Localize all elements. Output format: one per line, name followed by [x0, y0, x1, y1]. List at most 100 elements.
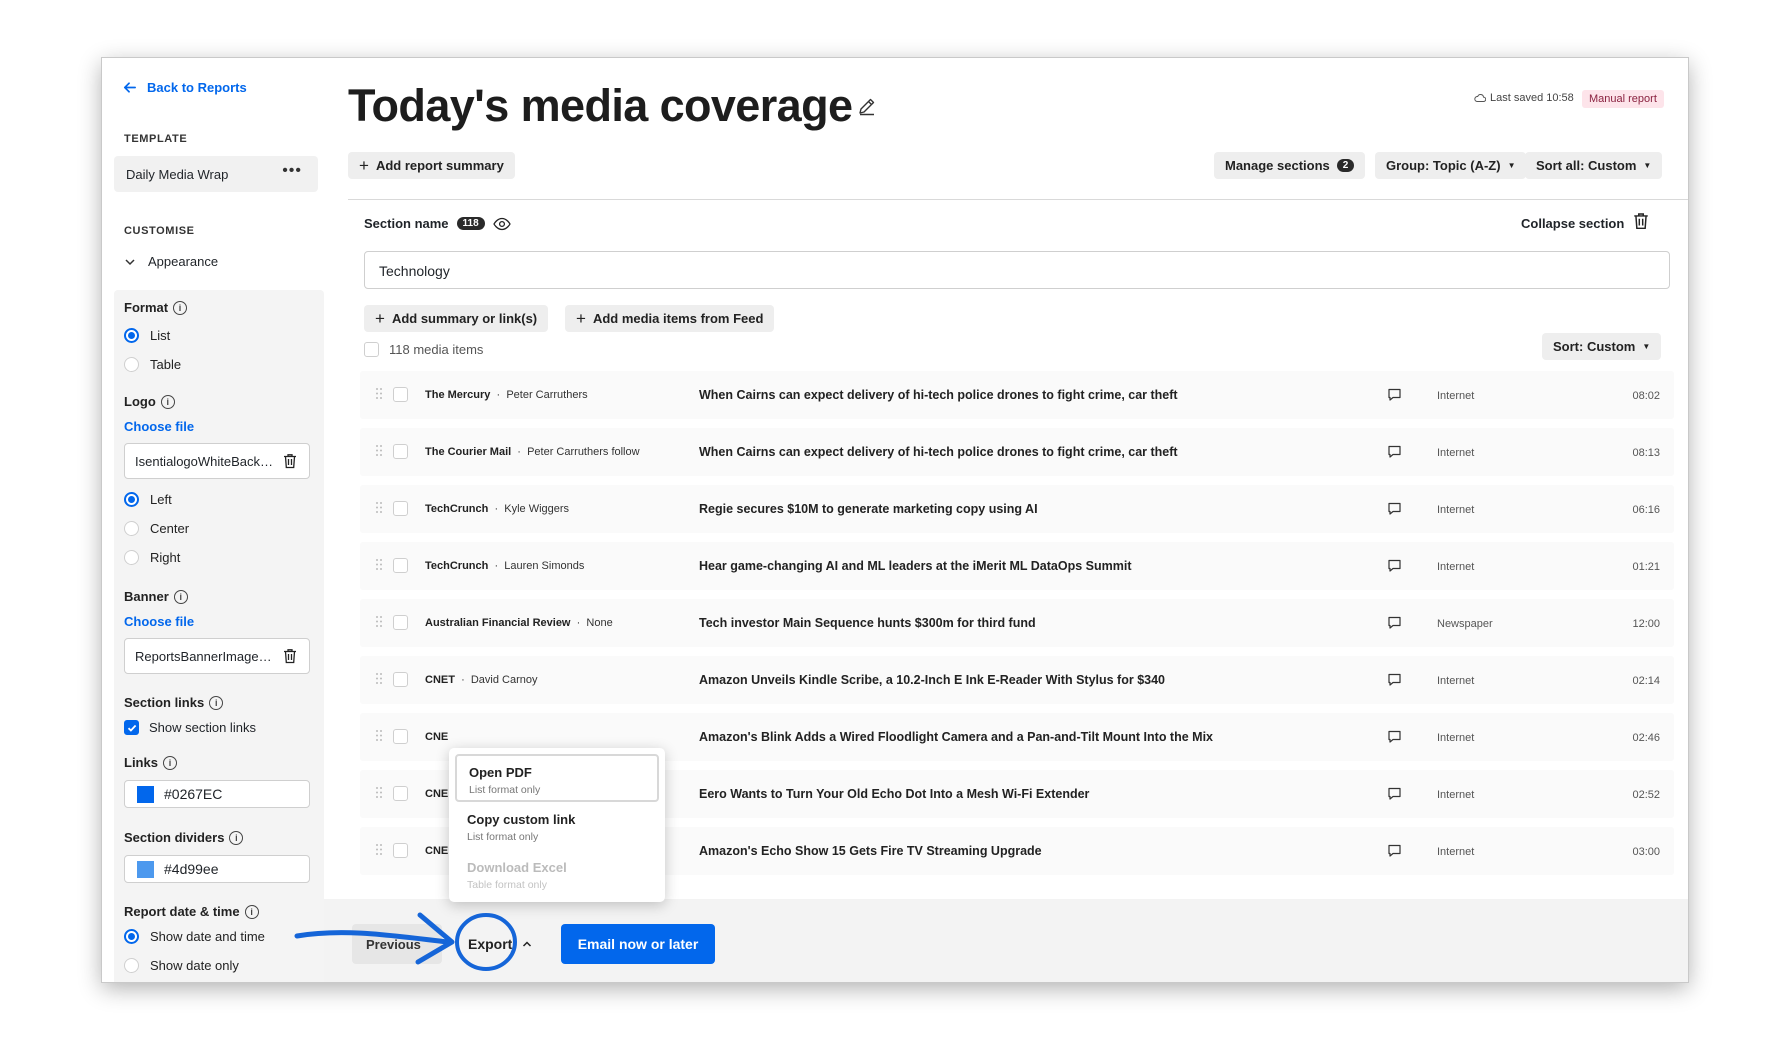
info-icon[interactable]: i	[173, 589, 188, 604]
logo-choose-file-link[interactable]: Choose file	[124, 419, 194, 434]
media-item-row[interactable]: The Mercury · Peter Carruthers When Cair…	[360, 371, 1674, 419]
select-all-checkbox[interactable]	[364, 342, 379, 357]
comment-icon[interactable]	[1387, 672, 1402, 687]
show-date-only-option[interactable]: Show date only	[124, 958, 239, 973]
media-item-headline[interactable]: When Cairns can expect delivery of hi-te…	[699, 388, 1178, 402]
radio-unselected[interactable]	[124, 521, 139, 536]
drag-handle-icon[interactable]	[375, 615, 383, 628]
sort-all-dropdown[interactable]: Sort all: Custom ▼	[1525, 152, 1663, 179]
media-item-checkbox[interactable]	[393, 786, 408, 801]
comment-icon[interactable]	[1387, 444, 1402, 459]
color-swatch[interactable]	[137, 860, 154, 878]
info-icon[interactable]: i	[229, 830, 244, 845]
color-swatch[interactable]	[137, 785, 154, 803]
comment-icon[interactable]	[1387, 729, 1402, 744]
last-saved-label: Last saved 10:58	[1490, 92, 1574, 104]
more-options-icon[interactable]: •••	[282, 162, 302, 180]
banner-file-name: ReportsBannerImage.png	[135, 649, 275, 664]
back-to-reports-link[interactable]: Back to Reports	[122, 80, 247, 95]
drag-handle-icon[interactable]	[375, 843, 383, 856]
comment-icon[interactable]	[1387, 786, 1402, 801]
collapse-section-button[interactable]: Collapse section	[1521, 216, 1624, 231]
info-icon[interactable]: i	[160, 394, 175, 409]
drag-handle-icon[interactable]	[375, 387, 383, 400]
radio-unselected[interactable]	[124, 357, 139, 372]
media-item-headline[interactable]: Amazon Unveils Kindle Scribe, a 10.2-Inc…	[699, 673, 1165, 687]
comment-icon[interactable]	[1387, 615, 1402, 630]
radio-selected[interactable]	[124, 328, 139, 343]
add-report-summary-button[interactable]: + Add report summary	[348, 152, 515, 179]
email-now-or-later-button[interactable]: Email now or later	[561, 924, 715, 964]
checkbox-checked[interactable]	[124, 720, 139, 735]
info-icon[interactable]: i	[209, 695, 224, 710]
drag-handle-icon[interactable]	[375, 501, 383, 514]
info-icon[interactable]: i	[244, 904, 259, 919]
logo-align-center[interactable]: Center	[124, 521, 189, 536]
section-name-input[interactable]: Technology	[364, 251, 1670, 289]
show-section-links-checkbox[interactable]: Show section links	[124, 720, 256, 735]
media-item-checkbox[interactable]	[393, 615, 408, 630]
comment-icon[interactable]	[1387, 843, 1402, 858]
cloud-saved-icon	[1474, 94, 1486, 102]
media-item-checkbox[interactable]	[393, 444, 408, 459]
banner-choose-file-link[interactable]: Choose file	[124, 614, 194, 629]
media-item-checkbox[interactable]	[393, 672, 408, 687]
comment-icon[interactable]	[1387, 387, 1402, 402]
format-option-table[interactable]: Table	[124, 357, 181, 372]
media-item-headline[interactable]: Eero Wants to Turn Your Old Echo Dot Int…	[699, 787, 1089, 801]
media-item-headline[interactable]: Regie secures $10M to generate marketing…	[699, 502, 1038, 516]
media-item-headline[interactable]: Hear game-changing AI and ML leaders at …	[699, 559, 1132, 573]
comment-icon[interactable]	[1387, 501, 1402, 516]
comment-icon[interactable]	[1387, 558, 1402, 573]
info-icon[interactable]: i	[162, 755, 177, 770]
media-item-row[interactable]: Australian Financial Review · None Tech …	[360, 599, 1674, 647]
radio-unselected[interactable]	[124, 550, 139, 565]
export-option-open-pdf[interactable]: Open PDF List format only	[455, 754, 659, 802]
add-report-summary-label: Add report summary	[375, 158, 504, 173]
previous-button[interactable]: Previous	[352, 924, 442, 964]
media-item-row[interactable]: The Courier Mail · Peter Carruthers foll…	[360, 428, 1674, 476]
media-item-row[interactable]: TechCrunch · Kyle Wiggers Regie secures …	[360, 485, 1674, 533]
drag-handle-icon[interactable]	[375, 558, 383, 571]
trash-icon[interactable]	[283, 453, 297, 469]
radio-unselected[interactable]	[124, 958, 139, 973]
drag-handle-icon[interactable]	[375, 444, 383, 457]
media-item-headline[interactable]: Tech investor Main Sequence hunts $300m …	[699, 616, 1036, 630]
radio-selected[interactable]	[124, 929, 139, 944]
section-dividers-color-field[interactable]: #4d99ee	[124, 855, 310, 883]
delete-section-icon[interactable]	[1633, 212, 1649, 230]
links-color-field[interactable]: #0267EC	[124, 780, 310, 808]
media-item-checkbox[interactable]	[393, 501, 408, 516]
select-all-row[interactable]: 118 media items	[364, 342, 483, 357]
media-item-row[interactable]: TechCrunch · Lauren Simonds Hear game-ch…	[360, 542, 1674, 590]
appearance-toggle[interactable]: Appearance	[124, 254, 218, 269]
radio-selected[interactable]	[124, 492, 139, 507]
media-item-row[interactable]: CNET · David Carnoy Amazon Unveils Kindl…	[360, 656, 1674, 704]
media-item-headline[interactable]: Amazon's Blink Adds a Wired Floodlight C…	[699, 730, 1213, 744]
logo-align-left[interactable]: Left	[124, 492, 172, 507]
section-sort-dropdown[interactable]: Sort: Custom ▼	[1542, 333, 1662, 360]
logo-align-right[interactable]: Right	[124, 550, 180, 565]
info-icon[interactable]: i	[173, 300, 188, 315]
media-item-checkbox[interactable]	[393, 558, 408, 573]
manage-sections-button[interactable]: Manage sections 2	[1214, 152, 1366, 179]
format-option-list[interactable]: List	[124, 328, 170, 343]
edit-pencil-icon[interactable]	[857, 96, 877, 116]
media-item-checkbox[interactable]	[393, 387, 408, 402]
add-media-items-button[interactable]: + Add media items from Feed	[565, 305, 775, 332]
drag-handle-icon[interactable]	[375, 729, 383, 742]
drag-handle-icon[interactable]	[375, 672, 383, 685]
group-dropdown[interactable]: Group: Topic (A-Z) ▼	[1375, 152, 1527, 179]
show-date-and-time-option[interactable]: Show date and time	[124, 929, 265, 944]
trash-icon[interactable]	[283, 648, 297, 664]
eye-icon[interactable]	[492, 217, 511, 231]
template-select[interactable]: Daily Media Wrap •••	[114, 156, 318, 192]
export-button[interactable]: Export	[462, 924, 532, 964]
drag-handle-icon[interactable]	[375, 786, 383, 799]
export-option-copy-link[interactable]: Copy custom link List format only	[455, 803, 659, 851]
media-item-headline[interactable]: Amazon's Echo Show 15 Gets Fire TV Strea…	[699, 844, 1042, 858]
media-item-checkbox[interactable]	[393, 843, 408, 858]
media-item-headline[interactable]: When Cairns can expect delivery of hi-te…	[699, 445, 1178, 459]
media-item-checkbox[interactable]	[393, 729, 408, 744]
add-summary-links-button[interactable]: + Add summary or link(s)	[364, 305, 549, 332]
